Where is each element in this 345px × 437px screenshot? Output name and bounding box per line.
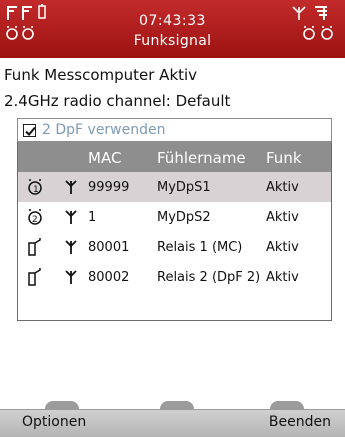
funk-cell: Aktiv xyxy=(266,240,299,255)
mac-cell: 1 xyxy=(88,210,97,225)
radio-status: Funk Messcomputer Aktiv xyxy=(4,66,198,84)
use-2-dpf-checkbox-row[interactable]: 2 DpF verwenden xyxy=(17,118,332,142)
name-cell: Relais 2 (DpF 2) xyxy=(157,270,261,285)
svg-text:1: 1 xyxy=(33,185,39,195)
svg-text:2: 2 xyxy=(32,215,38,225)
exit-softkey[interactable]: Beenden xyxy=(269,414,331,430)
table-row[interactable]: 2 1 MyDpS2 Aktiv xyxy=(18,202,331,232)
table-header: MAC Fühlername Funk xyxy=(18,142,331,172)
funk-cell: Aktiv xyxy=(266,270,299,285)
relay-icon xyxy=(28,238,41,256)
table-row[interactable]: 80001 Relais 1 (MC) Aktiv xyxy=(18,232,331,262)
antenna-icon xyxy=(292,6,333,40)
mac-cell: 80002 xyxy=(88,270,130,285)
probe-2-icon: 2 xyxy=(28,209,42,225)
table-row[interactable]: 1 99999 MyDpS1 Aktiv xyxy=(18,172,331,202)
column-header-name: Fühlername xyxy=(157,149,246,167)
mac-cell: 99999 xyxy=(88,180,130,195)
antenna-icon xyxy=(65,180,77,194)
checkbox[interactable] xyxy=(23,123,36,137)
mac-cell: 80001 xyxy=(88,240,130,255)
status-icons-right xyxy=(279,4,339,54)
radio-channel: 2.4GHz radio channel: Default xyxy=(4,92,231,110)
title-bar: 07:43:33 Funksignal xyxy=(0,0,345,58)
funk-cell: Aktiv xyxy=(266,180,299,195)
checkbox-label: 2 DpF verwenden xyxy=(42,122,166,138)
probe-1-icon: 1 xyxy=(28,179,42,195)
column-header-funk: Funk xyxy=(266,149,302,167)
antenna-icon xyxy=(65,210,77,224)
funk-cell: Aktiv xyxy=(266,210,299,225)
column-header-mac: MAC xyxy=(88,149,122,167)
checkmark-icon xyxy=(25,126,36,136)
name-cell: Relais 1 (MC) xyxy=(157,240,243,255)
name-cell: MyDpS2 xyxy=(157,210,211,225)
options-softkey[interactable]: Optionen xyxy=(22,414,86,430)
antenna-icon xyxy=(65,270,77,284)
relay-icon xyxy=(28,268,41,286)
name-cell: MyDpS1 xyxy=(157,180,211,195)
table-row[interactable]: 80002 Relais 2 (DpF 2) Aktiv xyxy=(18,262,331,292)
probe-table: MAC Fühlername Funk 1 99999 MyDpS1 Aktiv… xyxy=(17,142,332,321)
antenna-icon xyxy=(65,240,77,254)
